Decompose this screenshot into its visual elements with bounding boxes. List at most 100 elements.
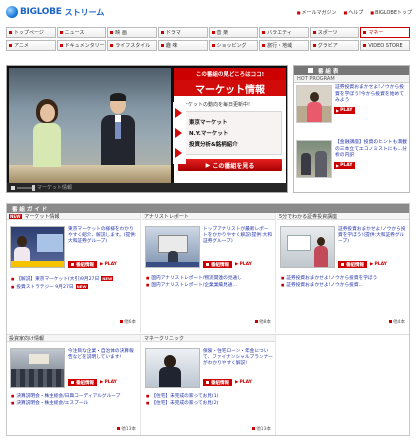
nav-tab-row1-6[interactable]: スポーツ <box>309 27 360 38</box>
card-title[interactable]: 5分でわかる証券投資講座 <box>279 213 337 220</box>
arrow-icon <box>175 108 182 118</box>
volume-slider[interactable] <box>17 184 35 191</box>
new-badge: NEW <box>9 213 22 219</box>
nav-tab-row1-1[interactable]: ニュース <box>56 27 107 38</box>
play-button[interactable]: PLAY <box>334 161 355 169</box>
nav-tab-row2-7[interactable]: VIDEO STORE <box>360 40 410 51</box>
help-link[interactable]: ヘルプ <box>344 9 363 16</box>
nav-tab-label: 旅行・地域 <box>267 43 293 49</box>
card-title[interactable]: マーケット情報 <box>25 213 60 220</box>
bullet-icon <box>160 44 164 47</box>
nav-tab-row1-3[interactable]: ドラマ <box>157 27 208 38</box>
watch-program-button[interactable]: ▶ この番組を見る <box>178 159 282 171</box>
bullet-icon <box>110 44 114 47</box>
nav-tab-label: ライフスタイル <box>115 43 151 49</box>
card-title[interactable]: マネークリニック <box>144 335 184 342</box>
hot-program-text[interactable]: 証券投資おまかせよ!ノウから投資を学ぼう!今から投資を始めてみよう <box>332 85 407 105</box>
card-description[interactable]: 今注目な企業・自治体の決算報告などを説明しています! <box>68 349 138 361</box>
episode-link[interactable]: 証券投資おまかせよ!ノウから投資… <box>281 282 407 289</box>
more-link[interactable]: 他8本 <box>255 319 271 325</box>
play-button[interactable]: PLAY <box>370 262 386 267</box>
episode-link[interactable]: 【解説】東京マーケット(大引)9月27日NEW <box>11 275 139 283</box>
card-description[interactable]: 東京マーケットの様様をわかりやすく紹介、解説します。(提供:大和証券グループ) <box>68 227 138 245</box>
player-controls: マーケット情報 <box>7 183 287 192</box>
highlight-item: 投資分析&銘柄紹介 <box>182 140 278 148</box>
card-description[interactable]: 証券投資おまかせよ!ノウから投資を学ぼう!(提供:大和証券グループ) <box>338 227 406 245</box>
card-thumbnail[interactable] <box>145 348 200 388</box>
nav-tab-row2-1[interactable]: ドキュメンタリー <box>56 40 107 51</box>
nav-tab-row1-5[interactable]: バラエティ <box>259 27 309 38</box>
bullet-icon <box>363 44 367 47</box>
nav-tab-row1-0[interactable]: トップページ <box>6 27 56 38</box>
nav-tab-label: バラエティ <box>267 30 292 36</box>
card-title[interactable]: 投資家向け情報 <box>9 335 44 342</box>
more-link[interactable]: 他6本 <box>120 319 136 325</box>
speaker-icon[interactable] <box>11 185 15 190</box>
guide-card-securities: 5分でわかる証券投資講座 証券投資おまかせよ!ノウから投資を学ぼう!(提供:大和… <box>277 213 409 333</box>
mail-magazine-link[interactable]: メールマガジン <box>297 9 336 16</box>
nav-tab-row1-7[interactable]: マネー <box>360 27 410 38</box>
episode-link[interactable]: 国内アナリストレポート/物流関連の見通し <box>146 275 274 282</box>
new-badge: NEW <box>75 284 88 289</box>
nav-tab-row1-4[interactable]: 音 楽 <box>208 27 259 38</box>
episode-link[interactable]: 国内アナリストレポート/企業業績見通… <box>146 282 274 289</box>
hot-program-thumbnail[interactable] <box>296 140 332 178</box>
bullet-icon <box>9 44 12 47</box>
more-link[interactable]: 他4本 <box>389 319 405 325</box>
card-thumbnail[interactable] <box>10 348 65 388</box>
new-badge: NEW <box>101 276 114 281</box>
program-info-panel: この番組の見どころはココ! マーケット情報 マーケットの動向を毎日更新中! 東京… <box>173 68 286 183</box>
nav-tab-label: ドラマ <box>165 30 181 36</box>
watch-program-label: この番組を見る <box>212 162 255 170</box>
program-info-button[interactable]: 番組情報 <box>68 379 97 386</box>
card-thumbnail[interactable] <box>10 226 65 268</box>
nav-tab-row1-2[interactable]: 映 画 <box>107 27 157 38</box>
nav-tab-row2-4[interactable]: ショッピング <box>208 40 259 51</box>
nav-tab-row2-0[interactable]: アニメ <box>6 40 56 51</box>
player-caption: マーケット情報 <box>37 185 73 191</box>
hot-program-text[interactable]: 【金融講座】投資のヒントも満載の三本立てエコノミストにも…分析の内訳 <box>332 140 407 160</box>
program-schedule: 番 組 表 HOT PROGRAM 証券投資おまかせよ!ノウから投資を学ぼう!今… <box>293 65 410 193</box>
nav-tab-row2-2[interactable]: ライフスタイル <box>107 40 157 51</box>
program-info-button[interactable]: 番組情報 <box>338 261 367 268</box>
play-button[interactable]: PLAY <box>235 380 251 385</box>
program-info-button[interactable]: 番組情報 <box>68 261 97 268</box>
schedule-title: 番 組 表 <box>294 66 409 75</box>
video-screen[interactable] <box>9 68 171 183</box>
program-info-button[interactable]: 番組情報 <box>203 379 232 386</box>
nav-tab-row2-3[interactable]: 趣 味 <box>157 40 208 51</box>
biglobe-logo[interactable]: BIGLOBE ストリーム <box>6 5 104 19</box>
card-title[interactable]: アナリストレポート <box>144 213 189 220</box>
play-button[interactable]: PLAY <box>334 106 355 114</box>
card-description[interactable]: 保険・住宅ローン・年金について、ファイナンシャルプランナーがわかりやすく解説! <box>203 349 273 367</box>
nav-tab-label: スポーツ <box>317 30 338 36</box>
service-name: ストリーム <box>64 7 105 17</box>
card-description[interactable]: トップアナリストが最新レポートをかかりやすく解説(提供:大和証券グループ) <box>203 227 273 245</box>
bullet-icon <box>363 31 367 34</box>
episode-link[interactable]: 決算説明会・株主総会/日興コーディアルグループ <box>11 393 139 400</box>
episode-link[interactable]: 決算説明会・株主総会/エスプール <box>11 400 139 407</box>
bullet-icon <box>211 31 215 34</box>
nav-tab-row2-5[interactable]: 旅行・地域 <box>259 40 309 51</box>
header-links: メールマガジン ヘルプ BIGLOBEトップ <box>297 9 412 16</box>
episode-link[interactable]: 証券投資おまかせよ!ノウから投資を学ぼう <box>281 275 407 282</box>
biglobe-top-link[interactable]: BIGLOBEトップ <box>370 9 412 16</box>
card-thumbnail[interactable] <box>145 226 200 268</box>
bullet-icon <box>211 44 215 47</box>
episode-link[interactable]: 【住宅】未完成の家ってお見(1) <box>146 393 274 400</box>
more-link[interactable]: 他13本 <box>252 426 271 432</box>
episode-link[interactable]: 投資ストラテジー 9月27日NEW <box>11 283 139 291</box>
episode-link[interactable]: 【住宅】未完成の家ってお見(2) <box>146 400 274 407</box>
program-info-button[interactable]: 番組情報 <box>203 261 232 268</box>
nav-tab-row2-6[interactable]: グラビア <box>309 40 360 51</box>
play-button[interactable]: PLAY <box>100 380 116 385</box>
hot-program-item[interactable]: 【金融講座】投資のヒントも満載の三本立てエコノミストにも…分析の内訳 PLAY <box>294 138 409 193</box>
card-thumbnail[interactable] <box>280 226 335 268</box>
bullet-icon <box>59 44 63 47</box>
hot-program-item[interactable]: 証券投資おまかせよ!ノウから投資を学ぼう!今から投資を始めてみよう PLAY <box>294 83 409 138</box>
more-link[interactable]: 他13本 <box>117 426 136 432</box>
play-button[interactable]: PLAY <box>235 262 251 267</box>
play-button[interactable]: PLAY <box>100 262 116 267</box>
hot-program-thumbnail[interactable] <box>296 85 332 123</box>
nav-tab-label: 映 画 <box>115 30 127 36</box>
